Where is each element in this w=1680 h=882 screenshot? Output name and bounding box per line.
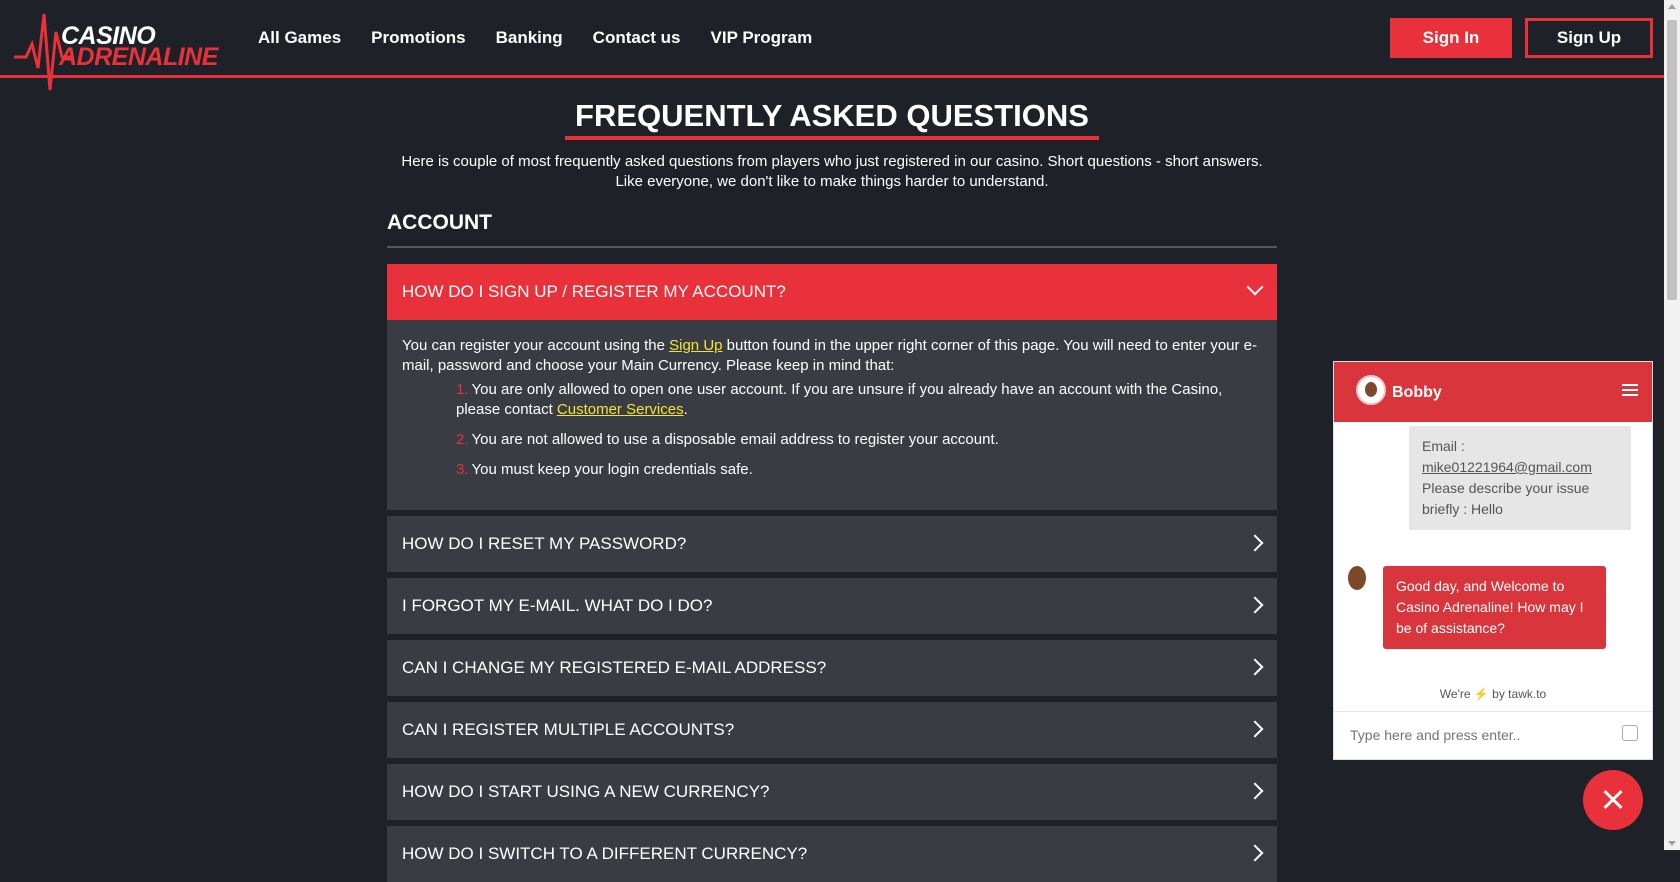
section-title-account: ACCOUNT — [387, 211, 492, 234]
section-divider — [387, 246, 1277, 248]
customer-services-link[interactable]: Customer Services — [557, 401, 684, 418]
main-nav: All Games Promotions Banking Contact us … — [258, 28, 842, 48]
casino-logo[interactable]: CASINO ADRENALINE — [14, 2, 236, 94]
list-number: 3. — [456, 461, 469, 478]
list-text: You are not allowed to use a disposable … — [471, 431, 999, 448]
page-title: FREQUENTLY ASKED QUESTIONS — [575, 98, 1089, 133]
chevron-right-icon — [1246, 720, 1264, 738]
intro-text: Here is couple of most frequently asked … — [401, 153, 1263, 190]
sign-up-button[interactable]: Sign Up — [1525, 18, 1653, 58]
faq-question: CAN I CHANGE MY REGISTERED E-MAIL ADDRES… — [402, 658, 827, 677]
agent-message: Good day, and Welcome to Casino Adrenali… — [1383, 566, 1606, 649]
scroll-down-arrow-icon[interactable] — [1668, 841, 1676, 846]
scrollbar-thumb[interactable] — [1667, 20, 1677, 300]
faq-item-change-email[interactable]: CAN I CHANGE MY REGISTERED E-MAIL ADDRES… — [387, 640, 1277, 696]
powered-prefix: We're — [1439, 687, 1471, 701]
chevron-down-icon — [1246, 278, 1264, 296]
agent-mini-avatar — [1348, 566, 1366, 590]
chat-message-input[interactable] — [1348, 726, 1602, 744]
rules-list: 1. You are only allowed to open one user … — [402, 380, 1262, 480]
sign-in-button[interactable]: Sign In — [1390, 18, 1512, 58]
faq-item-new-currency[interactable]: HOW DO I START USING A NEW CURRENCY? — [387, 764, 1277, 820]
title-underline — [565, 136, 1099, 140]
list-number: 1. — [456, 381, 469, 398]
list-text: You must keep your login credentials saf… — [471, 461, 753, 478]
chevron-right-icon — [1246, 844, 1264, 862]
agent-avatar — [1356, 375, 1386, 405]
chevron-right-icon — [1246, 782, 1264, 800]
nav-vip-program[interactable]: VIP Program — [711, 28, 813, 48]
nav-all-games[interactable]: All Games — [258, 28, 341, 48]
lightning-icon: ⚡ — [1473, 687, 1489, 701]
answer-paragraph: You can register your account using the … — [402, 336, 1262, 376]
scrollbar[interactable] — [1664, 0, 1680, 850]
faq-item-forgot-email[interactable]: I FORGOT MY E-MAIL. WHAT DO I DO? — [387, 578, 1277, 634]
faq-question: CAN I REGISTER MULTIPLE ACCOUNTS? — [402, 720, 735, 739]
faq-item-switch-currency[interactable]: HOW DO I SWITCH TO A DIFFERENT CURRENCY? — [387, 826, 1277, 882]
powered-suffix: by tawk.to — [1492, 687, 1547, 701]
sign-up-link[interactable]: Sign Up — [669, 337, 722, 354]
faq-item-reset-password[interactable]: HOW DO I RESET MY PASSWORD? — [387, 516, 1277, 572]
faq-question: HOW DO I RESET MY PASSWORD? — [402, 534, 687, 553]
site-header: CASINO ADRENALINE All Games Promotions B… — [0, 0, 1664, 91]
thumbs-up-icon[interactable] — [1622, 725, 1638, 741]
list-number: 2. — [456, 431, 469, 448]
chevron-right-icon — [1246, 534, 1264, 552]
agent-name: Bobby — [1392, 384, 1442, 401]
list-item: 2. You are not allowed to use a disposabl… — [456, 430, 1262, 450]
chevron-right-icon — [1246, 596, 1264, 614]
answer-text: You can register your account using the — [402, 337, 670, 354]
chat-widget: Bobby Email : mike01221964@gmail.com Ple… — [1333, 361, 1653, 760]
chevron-right-icon — [1246, 658, 1264, 676]
nav-contact-us[interactable]: Contact us — [593, 28, 681, 48]
visitor-message: Email : mike01221964@gmail.com Please de… — [1409, 426, 1631, 530]
scroll-up-arrow-icon[interactable] — [1668, 4, 1676, 9]
faq-item-sign-up[interactable]: HOW DO I SIGN UP / REGISTER MY ACCOUNT? — [387, 264, 1277, 320]
powered-by[interactable]: We're ⚡ by tawk.to — [1334, 687, 1652, 701]
menu-icon[interactable] — [1622, 384, 1638, 396]
nav-banking[interactable]: Banking — [496, 28, 563, 48]
nav-promotions[interactable]: Promotions — [371, 28, 465, 48]
faq-question: HOW DO I SWITCH TO A DIFFERENT CURRENCY? — [402, 844, 808, 863]
email-label: Email : — [1422, 438, 1465, 454]
chat-close-button[interactable] — [1583, 770, 1643, 830]
faq-answer: You can register your account using the … — [387, 320, 1277, 510]
faq-question: HOW DO I SIGN UP / REGISTER MY ACCOUNT? — [402, 282, 786, 301]
visitor-issue-text: Please describe your issue briefly : Hel… — [1422, 480, 1590, 517]
chat-input-area — [1334, 711, 1652, 759]
faq-question: HOW DO I START USING A NEW CURRENCY? — [402, 782, 770, 801]
chat-header: Bobby — [1334, 362, 1652, 422]
faq-question: I FORGOT MY E-MAIL. WHAT DO I DO? — [402, 596, 713, 615]
faq-item-multiple-accounts[interactable]: CAN I REGISTER MULTIPLE ACCOUNTS? — [387, 702, 1277, 758]
logo-text-adrenaline: ADRENALINE — [59, 43, 218, 71]
list-item: 3. You must keep your login credentials s… — [456, 460, 1262, 480]
visitor-email-link[interactable]: mike01221964@gmail.com — [1422, 459, 1592, 475]
list-item: 1. You are only allowed to open one user … — [456, 380, 1262, 420]
list-text: . — [683, 401, 688, 418]
